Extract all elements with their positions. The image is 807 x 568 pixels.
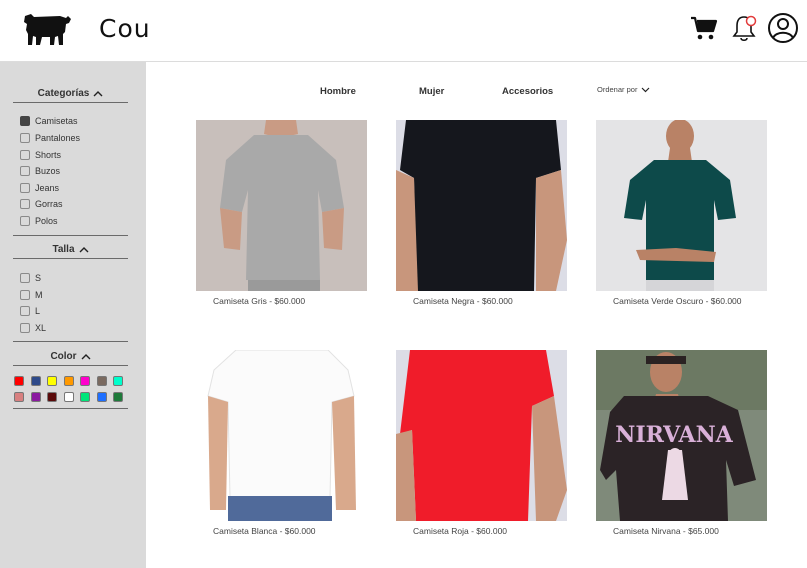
- checkbox[interactable]: [20, 216, 30, 226]
- user-icon[interactable]: [767, 12, 799, 44]
- categories-title: Categorías: [37, 88, 90, 99]
- shirt-photo: NIRVANA: [596, 350, 767, 521]
- color-swatch[interactable]: [113, 392, 123, 402]
- filter-camisetas[interactable]: Camisetas: [20, 116, 78, 126]
- product-caption[interactable]: Camiseta Gris - $60.000: [196, 296, 367, 306]
- filter-size-s[interactable]: S: [20, 273, 41, 283]
- filter-jeans[interactable]: Jeans: [20, 183, 59, 193]
- product-caption[interactable]: Camiseta Roja - $60.000: [396, 526, 567, 536]
- option-label: M: [35, 290, 43, 300]
- product-image[interactable]: [396, 350, 567, 521]
- checkbox[interactable]: [20, 166, 30, 176]
- chevron-down-icon: [642, 87, 650, 92]
- divider: [13, 258, 128, 259]
- divider: [13, 102, 128, 103]
- filter-gorras[interactable]: Gorras: [20, 199, 63, 209]
- filter-polos[interactable]: Polos: [20, 216, 58, 226]
- option-label: Pantalones: [35, 133, 81, 143]
- cart-icon[interactable]: [688, 12, 720, 44]
- color-swatch[interactable]: [14, 376, 24, 386]
- option-label: Gorras: [35, 199, 63, 209]
- filter-shorts[interactable]: Shorts: [20, 150, 61, 160]
- chevron-up-icon: [81, 354, 91, 360]
- filter-pantalones[interactable]: Pantalones: [20, 133, 80, 143]
- checkbox[interactable]: [20, 150, 30, 160]
- shirt-print-text: NIRVANA: [615, 422, 733, 448]
- option-label: XL: [35, 323, 47, 333]
- product-caption[interactable]: Camiseta Negra - $60.000: [396, 296, 567, 306]
- option-label: S: [35, 273, 42, 283]
- filter-size-xl[interactable]: XL: [20, 323, 46, 333]
- checkbox[interactable]: [20, 199, 30, 209]
- color-swatch[interactable]: [113, 376, 123, 386]
- color-swatch[interactable]: [47, 392, 57, 402]
- color-swatch[interactable]: [14, 392, 24, 402]
- product-image[interactable]: [196, 120, 367, 291]
- checkbox[interactable]: [20, 183, 30, 193]
- option-label: Polos: [35, 216, 58, 226]
- filter-size-l[interactable]: L: [20, 306, 40, 316]
- shirt-photo: [396, 350, 567, 521]
- checkbox[interactable]: [20, 306, 30, 316]
- checkbox[interactable]: [20, 116, 30, 126]
- color-swatch[interactable]: [63, 376, 74, 386]
- product-card[interactable]: NIRVANA Camiseta Nirvana - $65.000: [596, 350, 767, 536]
- color-swatch[interactable]: [80, 392, 90, 402]
- product-image[interactable]: [396, 120, 567, 291]
- color-swatch[interactable]: [80, 376, 90, 386]
- product-card[interactable]: Camiseta Verde Oscuro - $60.000: [596, 120, 767, 306]
- option-label: Buzos: [35, 166, 61, 176]
- divider: [13, 408, 128, 409]
- chevron-up-icon: [93, 91, 103, 97]
- size-title: Talla: [52, 244, 75, 255]
- product-caption[interactable]: Camiseta Blanca - $60.000: [196, 526, 367, 536]
- tab-accesorios[interactable]: Accesorios: [502, 86, 553, 97]
- bell-icon[interactable]: [729, 12, 761, 44]
- product-card[interactable]: Camiseta Roja - $60.000: [396, 350, 567, 536]
- brand-name[interactable]: Cou: [99, 14, 151, 43]
- product-image[interactable]: NIRVANA: [596, 350, 767, 521]
- checkbox[interactable]: [20, 290, 30, 300]
- color-swatch[interactable]: [47, 376, 57, 386]
- product-card[interactable]: Camiseta Negra - $60.000: [396, 120, 567, 306]
- option-label: L: [35, 306, 41, 316]
- sort-label: Ordenar por: [597, 85, 638, 94]
- color-swatch[interactable]: [96, 376, 107, 386]
- shirt-photo: [596, 120, 767, 291]
- top-header: Cou: [0, 0, 807, 62]
- product-card[interactable]: Camiseta Gris - $60.000: [196, 120, 367, 306]
- color-title: Color: [50, 351, 77, 362]
- color-heading[interactable]: Color: [13, 351, 128, 362]
- shirt-photo: [196, 350, 367, 521]
- product-caption[interactable]: Camiseta Verde Oscuro - $60.000: [596, 296, 767, 306]
- option-label: Jeans: [35, 183, 60, 193]
- shirt-photo: [396, 120, 567, 291]
- color-swatch[interactable]: [30, 376, 41, 386]
- chevron-up-icon: [79, 247, 89, 253]
- divider: [13, 341, 128, 342]
- product-image[interactable]: [196, 350, 367, 521]
- option-label: Camisetas: [35, 116, 78, 126]
- checkbox[interactable]: [20, 133, 30, 143]
- cow-logo-icon[interactable]: [22, 10, 72, 47]
- option-label: Shorts: [35, 150, 62, 160]
- product-card[interactable]: Camiseta Blanca - $60.000: [196, 350, 367, 536]
- color-swatch[interactable]: [96, 392, 107, 402]
- product-caption[interactable]: Camiseta Nirvana - $65.000: [596, 526, 767, 536]
- color-swatch[interactable]: [63, 392, 74, 402]
- divider: [13, 365, 128, 366]
- filter-size-m[interactable]: M: [20, 290, 43, 300]
- product-image[interactable]: [596, 120, 767, 291]
- tab-hombre[interactable]: Hombre: [320, 86, 356, 97]
- divider: [13, 235, 128, 236]
- filter-buzos[interactable]: Buzos: [20, 166, 60, 176]
- tab-mujer[interactable]: Mujer: [419, 86, 444, 97]
- sort-dropdown[interactable]: Ordenar por: [597, 85, 650, 94]
- checkbox[interactable]: [20, 273, 30, 283]
- categories-heading[interactable]: Categorías: [13, 88, 128, 99]
- color-swatch[interactable]: [30, 392, 41, 402]
- size-heading[interactable]: Talla: [13, 244, 128, 255]
- checkbox[interactable]: [20, 323, 30, 333]
- shirt-photo: [196, 120, 367, 291]
